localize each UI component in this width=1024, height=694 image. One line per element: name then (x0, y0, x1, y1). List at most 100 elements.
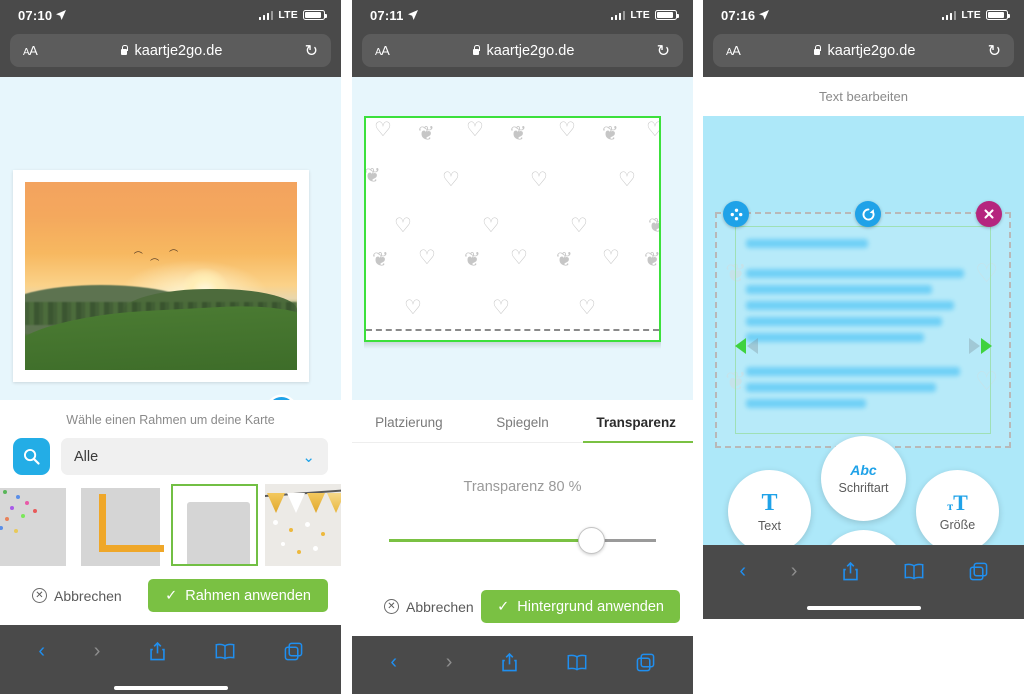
text-size-button[interactable]: AA (375, 43, 390, 58)
phone-screenshot-background-transparency: 07:11 LTE AA kaartje2go.de ↻ ♡ ❦ ♡ ❦ ♡ ❦… (352, 0, 693, 694)
home-indicator-area (703, 597, 1024, 619)
chevron-down-icon: ⌄ (302, 448, 315, 466)
cancel-label: Abbrechen (54, 587, 122, 604)
sunset-photo[interactable]: ︵ ︵ ︵ (25, 182, 297, 370)
url-bar-container: AA kaartje2go.de ↻ (0, 30, 341, 77)
tabs-icon[interactable] (284, 642, 303, 661)
pattern-card-preview[interactable]: ♡❦ ♡❦ ♡❦ ♡ ❦♡ ♡♡ ♡♡ ♡❦ ❦♡ ❦♡ ❦♡ ❦ ♡♡ ♡ (364, 116, 661, 342)
fold-line (366, 329, 659, 331)
status-right: LTE (941, 9, 1010, 21)
radial-label: Größe (939, 517, 976, 532)
apply-frame-button[interactable]: ✓ Rahmen anwenden (148, 579, 328, 612)
address-bar[interactable]: AA kaartje2go.de ↻ (713, 34, 1014, 67)
tab-spiegeln[interactable]: Spiegeln (466, 400, 580, 442)
browser-toolbar: ‹ › (703, 545, 1024, 597)
radial-label: Text (758, 518, 781, 533)
address-bar[interactable]: AA kaartje2go.de ↻ (10, 34, 331, 67)
radial-label: Schriftart (838, 480, 889, 495)
text-size-button[interactable]: AA (726, 43, 741, 58)
address-bar[interactable]: AA kaartje2go.de ↻ (362, 34, 683, 67)
card-canvas[interactable]: ♡❦ ♡❦ ♡❦ ♡ ❦♡ ♡♡ ♡♡ ♡❦ ❦♡ ❦♡ ❦♡ ❦ ♡♡ ♡ (352, 77, 693, 400)
check-icon: ✓ (497, 598, 510, 615)
screenshot-stage: 07:10 LTE AA kaartje2go.de ↻ ︵ ︵ ︵ Wähle… (0, 0, 1024, 694)
status-left: 07:10 (18, 7, 67, 23)
bird-icon: ︵ (133, 244, 143, 255)
rotate-handle[interactable] (268, 397, 295, 400)
frame-thumb-bunting[interactable] (265, 484, 341, 566)
back-chevron-icon[interactable]: ‹ (739, 561, 746, 581)
back-chevron-icon[interactable]: ‹ (38, 641, 45, 661)
share-icon[interactable] (149, 641, 166, 661)
search-icon[interactable] (13, 438, 50, 475)
status-right: LTE (610, 9, 679, 21)
forward-chevron-icon[interactable]: › (446, 652, 453, 672)
carrier-label: LTE (630, 9, 650, 21)
home-indicator[interactable] (113, 685, 228, 691)
reload-icon[interactable]: ↻ (305, 41, 318, 61)
radial-menu: Abc Schriftart T Text тT Größe I Layout (703, 116, 1024, 545)
radial-button-groesse[interactable]: тT Größe (916, 470, 999, 545)
bunting-decor (265, 484, 341, 566)
book-icon[interactable] (215, 643, 235, 660)
lock-icon (472, 45, 481, 56)
home-indicator-area (352, 688, 693, 694)
reload-icon[interactable]: ↻ (988, 41, 1001, 61)
select-value: Alle (74, 448, 99, 465)
status-bar: 07:11 LTE (352, 0, 693, 30)
frame-picker-sheet: Wähle einen Rahmen um deine Karte Alle ⌄ (0, 400, 341, 625)
forward-chevron-icon[interactable]: › (791, 561, 798, 581)
background-options-sheet: Platzierung Spiegeln Transparenz Transpa… (352, 400, 693, 636)
share-icon[interactable] (501, 652, 518, 672)
frame-thumbnail-list[interactable] (0, 475, 341, 566)
browser-toolbar: ‹ › (352, 636, 693, 688)
bird-icon: ︵ (150, 252, 160, 263)
radial-button-schriftart[interactable]: Abc Schriftart (821, 436, 906, 521)
card-canvas[interactable]: ︵ ︵ ︵ (0, 77, 341, 400)
signal-bars-icon (610, 10, 626, 20)
action-row: ✕ Abbrechen ✓ Hintergrund anwenden (352, 577, 693, 636)
frame-thumb-confetti[interactable] (0, 484, 70, 566)
lock-icon (813, 45, 822, 56)
book-icon[interactable] (904, 563, 924, 580)
cancel-button[interactable]: ✕ Abbrechen (0, 588, 122, 604)
text-edit-canvas[interactable]: ❦ ♡ ❦ ♡ Abc Schriftart T Text тT Größe (703, 116, 1024, 545)
radial-button-layout[interactable]: I Layout (821, 530, 906, 545)
forward-chevron-icon[interactable]: › (94, 641, 101, 661)
frame-thumb-plain[interactable] (171, 484, 258, 566)
url-display[interactable]: kaartje2go.de (813, 43, 915, 59)
tabs-icon[interactable] (969, 562, 988, 581)
radial-button-text[interactable]: T Text (728, 470, 811, 545)
battery-icon (986, 9, 1010, 21)
check-icon: ✓ (165, 587, 178, 604)
lock-icon (120, 45, 129, 56)
apply-background-button[interactable]: ✓ Hintergrund anwenden (481, 590, 680, 623)
status-right: LTE (258, 9, 327, 21)
url-display[interactable]: kaartje2go.de (120, 43, 222, 59)
slider-knob[interactable] (578, 527, 605, 554)
book-icon[interactable] (567, 654, 587, 671)
carrier-label: LTE (278, 9, 298, 21)
action-row: ✕ Abbrechen ✓ Rahmen anwenden (0, 566, 341, 625)
url-display[interactable]: kaartje2go.de (472, 43, 574, 59)
option-tabs[interactable]: Platzierung Spiegeln Transparenz (352, 400, 693, 443)
text-size-button[interactable]: AA (23, 43, 38, 58)
search-row: Alle ⌄ (0, 438, 341, 475)
close-icon: ✕ (32, 588, 47, 603)
back-chevron-icon[interactable]: ‹ (390, 652, 397, 672)
cancel-button[interactable]: ✕ Abbrechen (352, 599, 474, 615)
frame-thumb-gold-corner[interactable] (77, 484, 164, 566)
phone-screenshot-frame-picker: 07:10 LTE AA kaartje2go.de ↻ ︵ ︵ ︵ Wähle… (0, 0, 341, 694)
confetti-decor (0, 484, 70, 566)
share-icon[interactable] (842, 561, 859, 581)
tabs-icon[interactable] (636, 653, 655, 672)
home-indicator[interactable] (806, 605, 921, 611)
status-left: 07:16 (721, 8, 770, 23)
tab-transparenz[interactable]: Transparenz (579, 400, 693, 443)
reload-icon[interactable]: ↻ (657, 41, 670, 61)
transparency-slider[interactable] (352, 521, 693, 577)
status-time: 07:10 (18, 7, 53, 23)
gold-corner-decor (99, 494, 164, 552)
frame-category-select[interactable]: Alle ⌄ (61, 438, 328, 475)
tab-platzierung[interactable]: Platzierung (352, 400, 466, 442)
card-preview[interactable]: ︵ ︵ ︵ (13, 170, 309, 382)
